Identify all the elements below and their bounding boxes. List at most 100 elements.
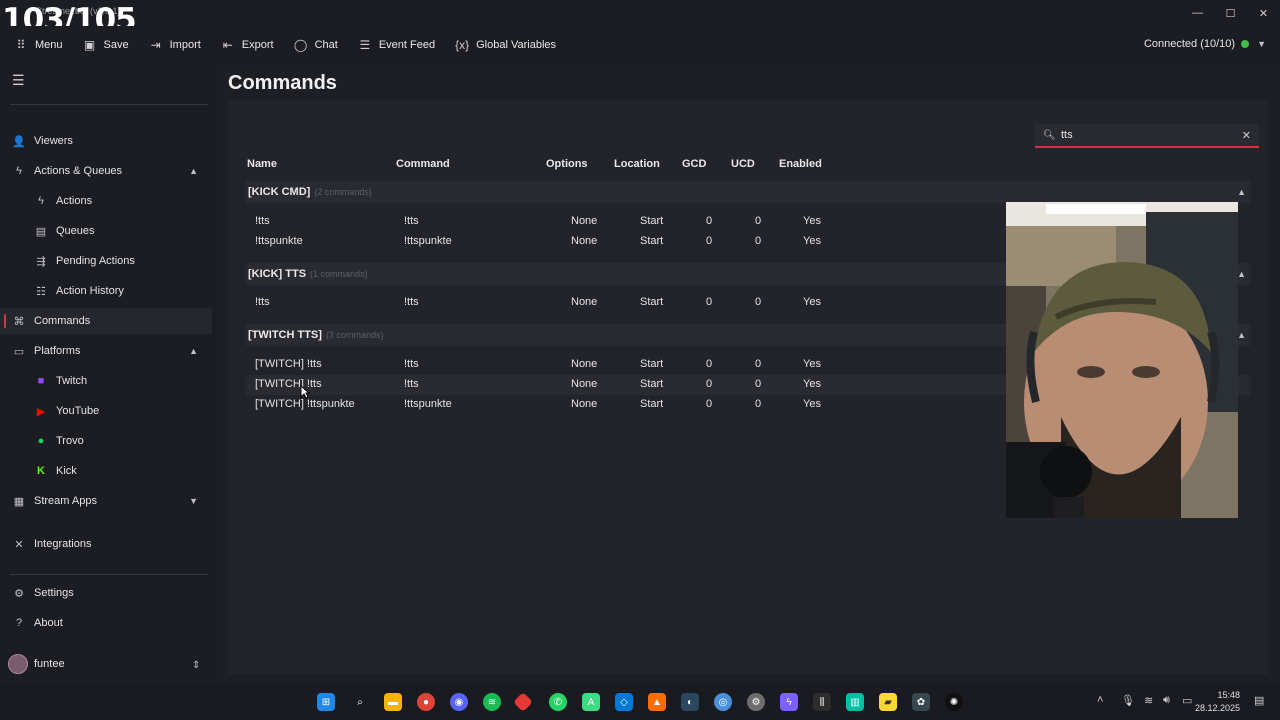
sidebar-divider: [10, 104, 208, 105]
cell-gcd: 0: [706, 398, 713, 410]
sidebar-item-queues[interactable]: ▤ Queues: [0, 218, 212, 244]
save-button[interactable]: ▣ Save: [83, 38, 129, 52]
queue-icon: ▤: [35, 225, 47, 238]
sound-mixer-icon[interactable]: ▥: [846, 693, 864, 711]
column-header-name[interactable]: Name: [247, 158, 277, 170]
sidebar-item-label: YouTube: [56, 405, 100, 417]
sidebar-item-label: Settings: [34, 587, 74, 599]
cell-enabled: Yes: [803, 398, 821, 410]
cell-location: Start: [640, 235, 664, 247]
event-feed-button[interactable]: ☰ Event Feed: [358, 38, 435, 52]
column-header-location[interactable]: Location: [614, 158, 660, 170]
streamerbot-icon[interactable]: ϟ: [780, 693, 798, 711]
sidebar-item-viewers[interactable]: 👤 Viewers: [0, 128, 212, 154]
cell-enabled: Yes: [803, 358, 821, 370]
sidebar: ☰ 👤 Viewers ϟ Actions & Queues ▲ ϟ Actio…: [0, 64, 216, 684]
cell-name: !ttspunkte: [255, 235, 303, 247]
clock[interactable]: 15:48 28.12.2025: [1195, 689, 1240, 715]
integrations-icon: ✕: [14, 538, 24, 551]
chevron-up-icon[interactable]: ˄: [1097, 694, 1103, 706]
spotify-icon[interactable]: ≋: [483, 693, 501, 711]
microphone-icon[interactable]: 🎙︎: [1121, 694, 1135, 707]
export-button[interactable]: ⇤ Export: [221, 38, 274, 52]
sidebar-item-commands[interactable]: ⌘ Commands: [0, 308, 212, 334]
search-icon: 🔍︎: [1043, 129, 1056, 141]
twitch-icon: ■: [37, 375, 45, 387]
sidebar-item-twitch[interactable]: ■ Twitch: [0, 368, 212, 394]
column-header-gcd[interactable]: GCD: [682, 158, 706, 170]
sidebar-item-settings[interactable]: ⚙ Settings: [0, 580, 212, 606]
import-button[interactable]: ⇥ Import: [149, 38, 201, 52]
close-button[interactable]: ✕: [1247, 0, 1280, 26]
clear-icon[interactable]: ✕: [1242, 129, 1251, 142]
settings-app-icon[interactable]: ⚙: [747, 693, 765, 711]
sidebar-item-label: Commands: [34, 315, 91, 327]
davinci-icon[interactable]: ✿: [912, 693, 930, 711]
menu-button[interactable]: ⠿ Menu: [14, 38, 63, 52]
column-header-ucd[interactable]: UCD: [731, 158, 755, 170]
group-count: (2 commands): [314, 187, 372, 197]
cell-name: !tts: [255, 215, 270, 227]
sidebar-item-about[interactable]: ? About: [0, 610, 212, 636]
wifi-icon[interactable]: ≋: [1144, 694, 1153, 707]
user-menu[interactable]: funtee: [8, 654, 65, 674]
clock-date: 28.12.2025: [1194, 703, 1240, 713]
column-header-command[interactable]: Command: [396, 158, 450, 170]
audio-app-icon[interactable]: ⫼: [813, 693, 831, 711]
sidebar-item-trovo[interactable]: ● Trovo: [0, 428, 212, 454]
mouse-cursor-icon: [300, 385, 310, 399]
chat-button[interactable]: ◯ Chat: [294, 38, 338, 52]
red-app-icon[interactable]: [513, 692, 533, 712]
column-header-options[interactable]: Options: [546, 158, 588, 170]
group-count: (3 commands): [325, 330, 384, 340]
sidebar-item-action-history[interactable]: ☷ Action History: [0, 278, 212, 304]
search-icon[interactable]: ⌕: [351, 693, 369, 711]
sidebar-item-label: Action History: [56, 285, 124, 297]
sticky-notes-icon[interactable]: ▰: [879, 693, 897, 711]
obs-icon[interactable]: ◎: [714, 693, 732, 711]
cell-gcd: 0: [706, 235, 713, 247]
android-studio-icon[interactable]: A: [582, 693, 600, 711]
save-label: Save: [103, 39, 129, 51]
sidebar-item-integrations[interactable]: ✕ Integrations: [0, 531, 212, 557]
chevron-updown-icon[interactable]: ⇕: [192, 660, 200, 671]
maximize-button[interactable]: ☐: [1214, 0, 1247, 26]
discord-icon[interactable]: ◉: [450, 693, 468, 711]
column-header-enabled[interactable]: Enabled: [779, 158, 822, 170]
sidebar-item-actions-queues[interactable]: ϟ Actions & Queues ▲: [0, 158, 212, 184]
sidebar-item-stream-apps[interactable]: ▦ Stream Apps ▼: [0, 488, 212, 514]
sidebar-item-platforms[interactable]: ▭ Platforms ▲: [0, 338, 212, 364]
sidebar-item-label: Pending Actions: [56, 255, 135, 267]
history-icon: ☷: [36, 285, 46, 298]
chatgpt-icon[interactable]: ✺: [945, 693, 963, 711]
search-input[interactable]: [1061, 129, 1231, 141]
minimize-button[interactable]: —: [1181, 0, 1214, 26]
global-variables-button[interactable]: {x} Global Variables: [455, 38, 556, 52]
chrome-icon[interactable]: ●: [417, 693, 435, 711]
sidebar-item-label: Trovo: [56, 435, 84, 447]
steam-icon[interactable]: ◐: [681, 693, 699, 711]
export-label: Export: [241, 39, 274, 51]
file-explorer-icon[interactable]: ▬: [384, 693, 402, 711]
cell-name: [TWITCH] !tts: [255, 358, 322, 370]
sidebar-item-pending-actions[interactable]: ⇶ Pending Actions: [0, 248, 212, 274]
search-box[interactable]: 🔍︎ ✕: [1035, 124, 1259, 148]
notification-icon[interactable]: ▤: [1254, 694, 1264, 707]
command-group-header[interactable]: [KICK CMD] (2 commands) ▲: [246, 181, 1250, 203]
vscode-icon[interactable]: ◇: [615, 693, 633, 711]
cell-location: Start: [640, 378, 664, 390]
sidebar-item-kick[interactable]: K Kick: [0, 458, 212, 484]
battery-icon[interactable]: ▭: [1182, 694, 1192, 707]
whatsapp-icon[interactable]: ✆: [549, 693, 567, 711]
volume-icon[interactable]: 🔊︎: [1163, 694, 1170, 707]
connection-status[interactable]: Connected (10/10) ▼: [1144, 38, 1266, 50]
hamburger-icon[interactable]: ☰: [12, 72, 25, 89]
affinity-icon[interactable]: ▲: [648, 693, 666, 711]
windows-start-icon[interactable]: ⊞: [317, 693, 335, 711]
cell-enabled: Yes: [803, 378, 821, 390]
sidebar-item-actions[interactable]: ϟ Actions: [0, 188, 212, 214]
sidebar-item-label: Actions: [56, 195, 93, 207]
cell-name: [TWITCH] !ttspunkte: [255, 398, 355, 410]
connection-dot-icon: [1241, 40, 1250, 48]
sidebar-item-youtube[interactable]: ▶ YouTube: [0, 398, 212, 424]
